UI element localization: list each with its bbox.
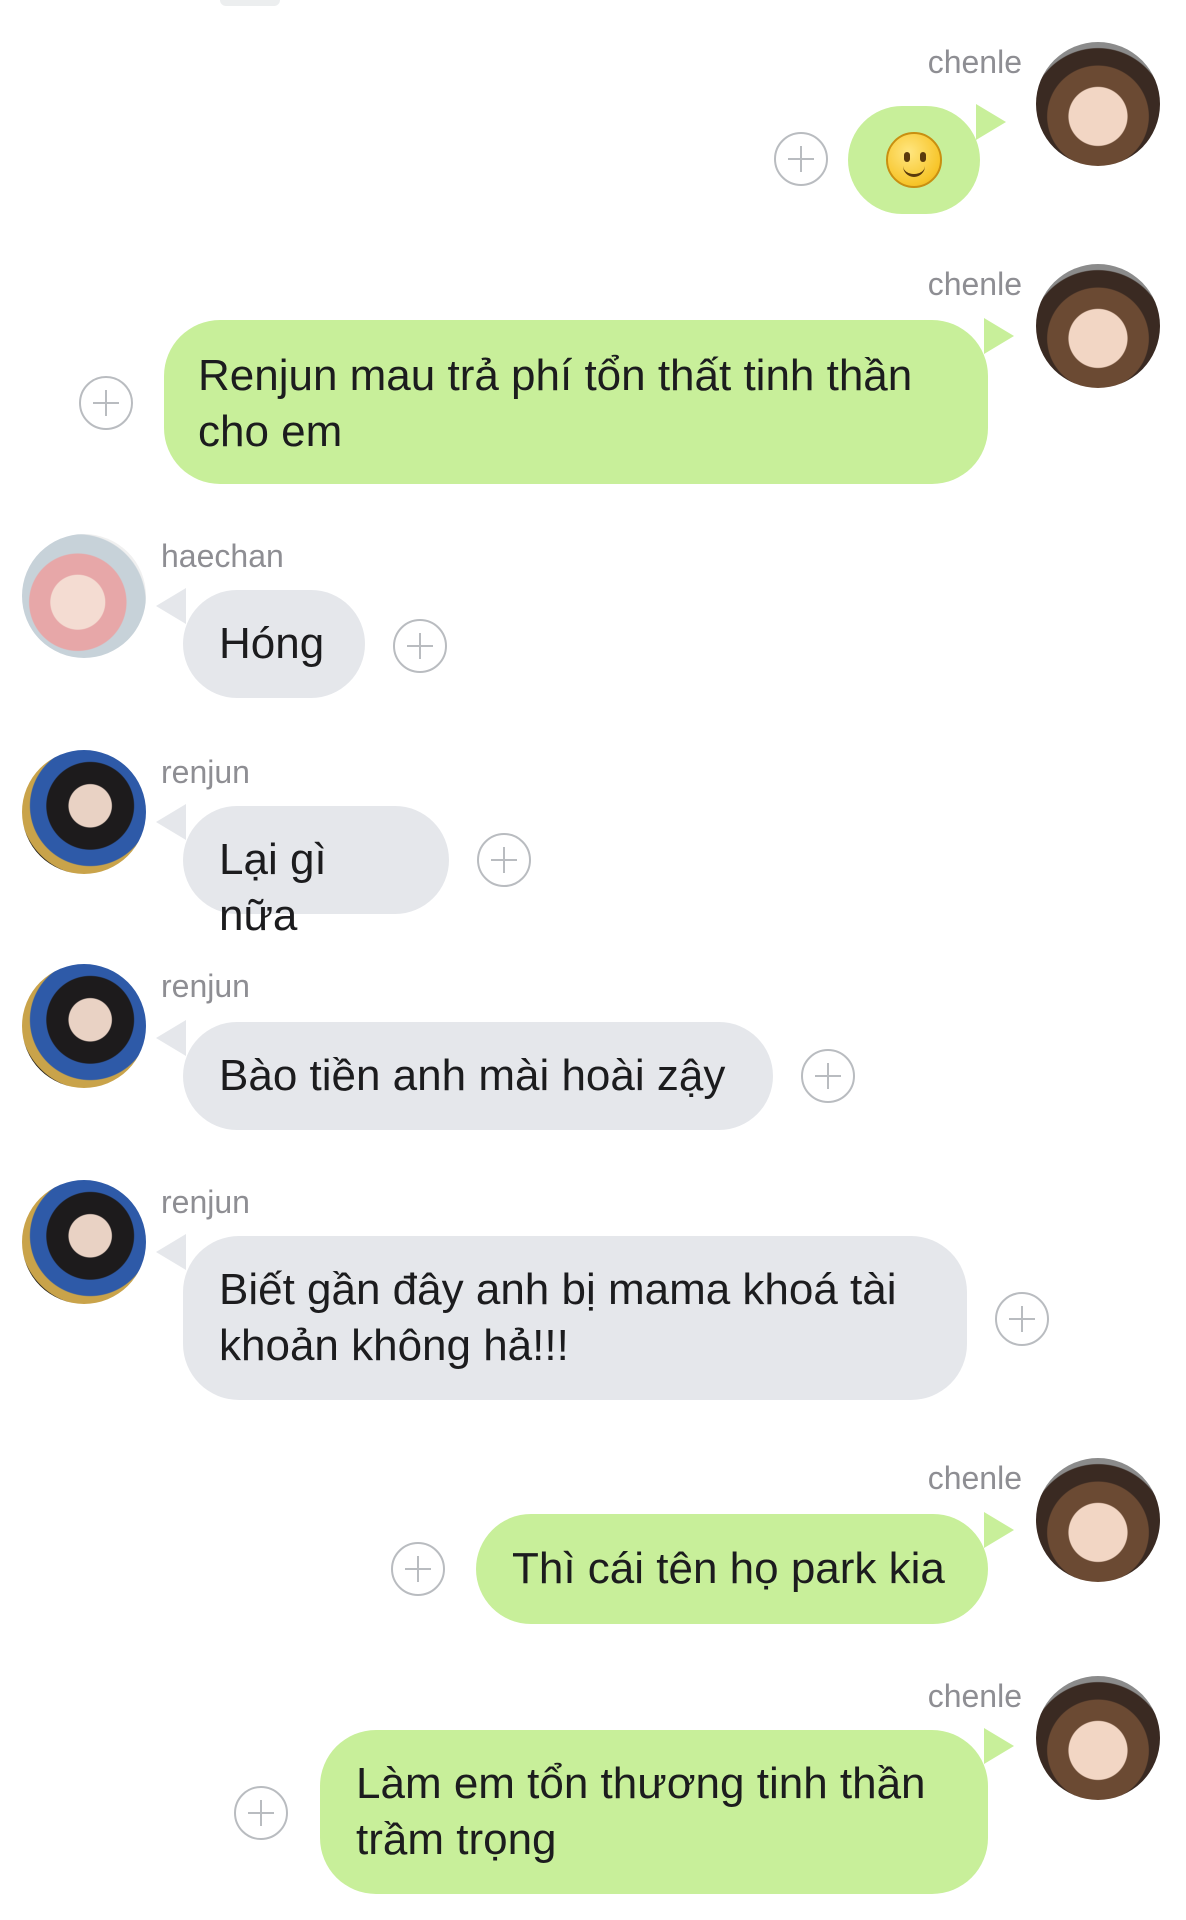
message-bubble[interactable]: Biết gần đây anh bị mama khoá tài khoản … <box>183 1236 967 1400</box>
bubble-tail <box>984 318 1014 354</box>
avatar-chenle[interactable] <box>1036 1458 1160 1582</box>
message-bubble[interactable]: Renjun mau trả phí tổn thất tinh thần ch… <box>164 320 988 484</box>
avatar-chenle[interactable] <box>1036 264 1160 388</box>
bubble-tail <box>156 1234 186 1270</box>
avatar-haechan[interactable] <box>22 534 146 658</box>
add-reaction-icon[interactable] <box>393 619 447 673</box>
avatar-chenle[interactable] <box>1036 1676 1160 1800</box>
message-bubble[interactable]: Làm em tổn thương tinh thần trầm trọng <box>320 1730 988 1894</box>
bubble-tail <box>156 1020 186 1056</box>
add-reaction-icon[interactable] <box>774 132 828 186</box>
sender-name: chenle <box>927 1460 1022 1496</box>
message-bubble[interactable] <box>848 106 980 214</box>
sender-name: renjun <box>161 754 250 790</box>
bubble-tail <box>156 588 186 624</box>
add-reaction-icon[interactable] <box>477 833 531 887</box>
message-bubble[interactable]: Bào tiền anh mài hoài zậy <box>183 1022 773 1130</box>
message-bubble[interactable]: Lại gì nữa <box>183 806 449 940</box>
add-reaction-icon[interactable] <box>391 1542 445 1596</box>
avatar-renjun[interactable] <box>22 750 146 874</box>
avatar-renjun[interactable] <box>22 1180 146 1304</box>
sender-name: chenle <box>927 1678 1022 1714</box>
message-bubble[interactable]: Thì cái tên họ park kia <box>476 1514 988 1624</box>
add-reaction-icon[interactable] <box>801 1049 855 1103</box>
add-reaction-icon[interactable] <box>79 376 133 430</box>
previous-message-edge <box>220 0 280 6</box>
add-reaction-icon[interactable] <box>995 1292 1049 1346</box>
sender-name: renjun <box>161 1184 250 1220</box>
slightly-smiling-face-icon <box>886 132 942 188</box>
avatar-renjun[interactable] <box>22 964 146 1088</box>
bubble-tail <box>984 1728 1014 1764</box>
message-bubble[interactable]: Hóng <box>183 590 365 698</box>
sender-name: haechan <box>161 538 284 574</box>
sender-name: chenle <box>927 266 1022 302</box>
sender-name: renjun <box>161 968 250 1004</box>
sender-name: chenle <box>927 44 1022 80</box>
add-reaction-icon[interactable] <box>234 1786 288 1840</box>
bubble-tail <box>156 804 186 840</box>
avatar-chenle[interactable] <box>1036 42 1160 166</box>
bubble-tail <box>976 104 1006 140</box>
bubble-tail <box>984 1512 1014 1548</box>
